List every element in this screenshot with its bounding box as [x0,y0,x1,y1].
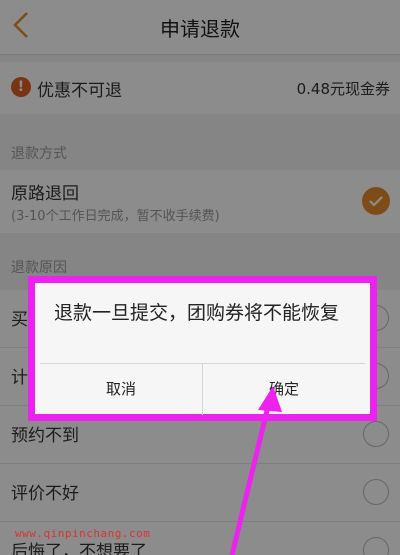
dialog-message: 退款一旦提交，团购券将不能恢复 [54,302,340,324]
confirm-dialog: 退款一旦提交，团购券将不能恢复 取消 确定 [28,276,377,421]
confirm-button[interactable]: 确定 [203,364,365,415]
dialog-button-bar: 取消 确定 [40,363,365,415]
watermark: www.qinpinchang.com [15,527,151,540]
cancel-button[interactable]: 取消 [40,364,203,415]
